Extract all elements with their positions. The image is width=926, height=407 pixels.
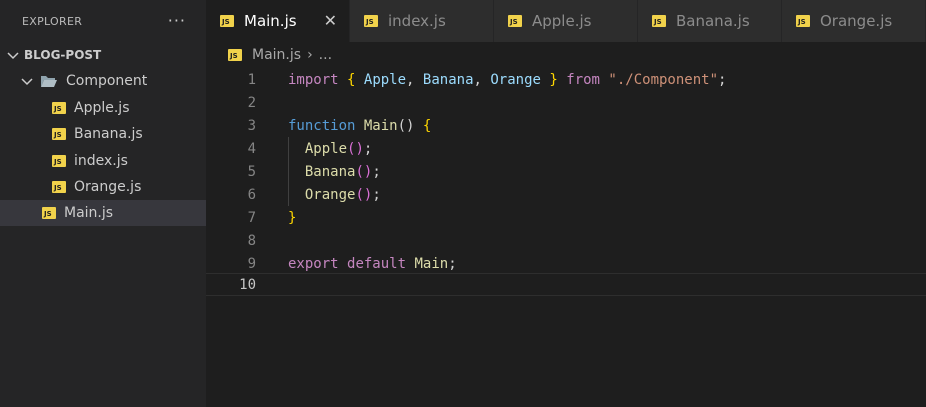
more-actions-icon[interactable]: ··· <box>168 13 186 29</box>
tree-file-label: Apple.js <box>74 100 130 116</box>
javascript-file-icon: JS <box>220 15 234 27</box>
tab-index-js[interactable]: JS index.js <box>350 0 494 42</box>
tree-file-label: Orange.js <box>74 179 142 195</box>
tab-main-js[interactable]: JS Main.js ✕ <box>206 0 350 42</box>
tree-file-apple[interactable]: JS Apple.js <box>0 95 206 121</box>
editor-tab-bar: JS Main.js ✕ JS index.js JS Apple.js JS … <box>206 0 926 42</box>
line-number: 4 <box>247 140 256 157</box>
code-text: import { Apple, Banana, Orange } from ".… <box>288 71 727 88</box>
chevron-down-icon <box>7 52 19 60</box>
line-number: 3 <box>247 117 256 134</box>
breadcrumb: JS Main.js › ... <box>206 42 926 68</box>
line-number: 7 <box>247 209 256 226</box>
javascript-file-icon: JS <box>52 181 66 193</box>
tree-file-banana[interactable]: JS Banana.js <box>0 121 206 147</box>
tab-label: index.js <box>388 12 446 30</box>
tab-banana-js[interactable]: JS Banana.js <box>638 0 782 42</box>
line-number: 6 <box>247 186 256 203</box>
code-line: 5 Banana(); <box>206 160 926 183</box>
code-text: function Main() { <box>288 117 432 134</box>
line-number: 8 <box>247 232 256 249</box>
code-line-current: 10 <box>206 273 926 296</box>
javascript-file-icon: JS <box>42 207 56 219</box>
code-line: 8 <box>206 229 926 252</box>
tree-file-label: index.js <box>74 153 128 169</box>
line-number: 10 <box>239 276 256 293</box>
tree-root-label: BLOG-POST <box>24 48 102 62</box>
close-icon[interactable]: ✕ <box>324 11 337 30</box>
folder-open-icon <box>41 76 57 87</box>
javascript-file-icon: JS <box>652 15 666 27</box>
explorer-header: EXPLORER ··· <box>0 0 206 42</box>
breadcrumb-symbols[interactable]: ... <box>319 47 332 63</box>
code-editor[interactable]: 1 import { Apple, Banana, Orange } from … <box>206 68 926 407</box>
code-line: 3 function Main() { <box>206 114 926 137</box>
code-text: export default Main; <box>288 255 457 272</box>
javascript-file-icon: JS <box>364 15 378 27</box>
line-number: 9 <box>247 255 256 272</box>
tree-file-index[interactable]: JS index.js <box>0 148 206 174</box>
code-text: } <box>288 209 297 226</box>
code-line: 7 } <box>206 206 926 229</box>
code-line: 4 Apple(); <box>206 137 926 160</box>
tab-label: Banana.js <box>676 12 750 30</box>
code-text: Banana(); <box>304 163 381 180</box>
tab-label: Main.js <box>244 12 297 30</box>
javascript-file-icon: JS <box>796 15 810 27</box>
line-number: 5 <box>247 163 256 180</box>
tab-orange-js[interactable]: JS Orange.js <box>782 0 926 42</box>
line-number: 2 <box>247 94 256 111</box>
tab-label: Apple.js <box>532 12 592 30</box>
javascript-file-icon: JS <box>52 155 66 167</box>
javascript-file-icon: JS <box>52 102 66 114</box>
tree-root-blog-post[interactable]: BLOG-POST <box>0 42 206 68</box>
tree-file-label: Banana.js <box>74 126 143 142</box>
tree-file-orange[interactable]: JS Orange.js <box>0 174 206 200</box>
explorer-sidebar: EXPLORER ··· BLOG-POST Component JS Appl… <box>0 0 206 407</box>
javascript-file-icon: JS <box>228 49 242 61</box>
code-line: 6 Orange(); <box>206 183 926 206</box>
javascript-file-icon: JS <box>52 128 66 140</box>
tree-folder-component[interactable]: Component <box>0 68 206 94</box>
tree-file-label: Main.js <box>64 205 114 221</box>
tab-apple-js[interactable]: JS Apple.js <box>494 0 638 42</box>
breadcrumb-file[interactable]: Main.js <box>252 47 301 63</box>
tab-label: Orange.js <box>820 12 893 30</box>
chevron-down-icon <box>21 78 33 86</box>
code-text: Apple(); <box>304 140 373 157</box>
breadcrumb-separator: › <box>307 47 313 63</box>
explorer-title: EXPLORER <box>22 14 83 28</box>
code-text: Orange(); <box>304 186 381 203</box>
line-number: 1 <box>247 71 256 88</box>
tree-folder-label: Component <box>66 73 148 89</box>
javascript-file-icon: JS <box>508 15 522 27</box>
code-line: 1 import { Apple, Banana, Orange } from … <box>206 68 926 91</box>
code-line: 9 export default Main; <box>206 252 926 275</box>
code-line: 2 <box>206 91 926 114</box>
tree-file-main[interactable]: JS Main.js <box>0 200 206 226</box>
